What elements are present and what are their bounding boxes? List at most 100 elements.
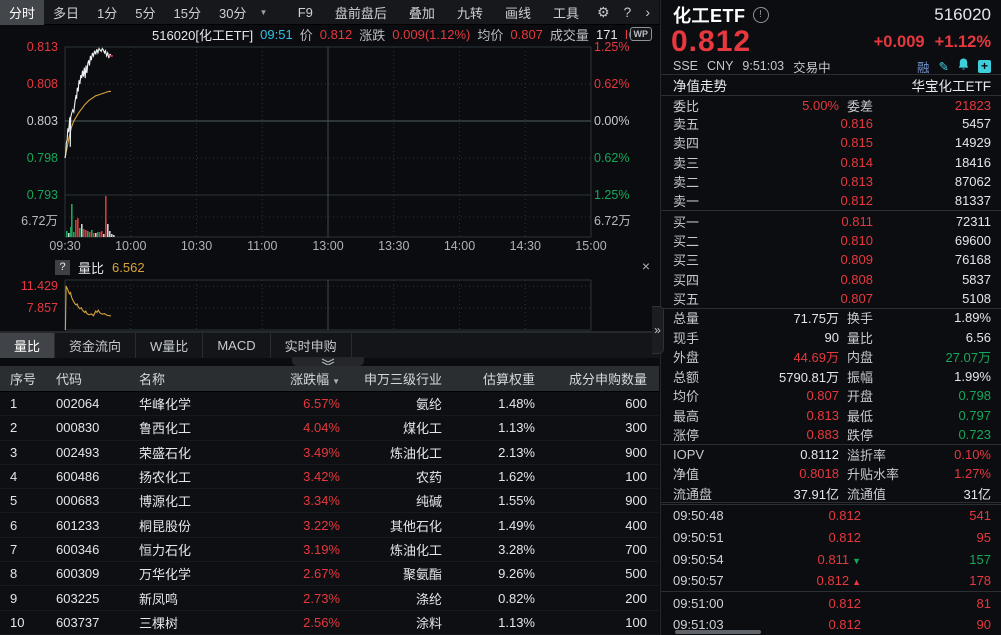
tick-row[interactable]: 09:50:480.812541 bbox=[661, 505, 1001, 527]
y-axis-label-left: 0.808 bbox=[0, 77, 58, 91]
x-axis-label: 11:00 bbox=[239, 239, 285, 253]
help-icon[interactable]: ? bbox=[619, 4, 637, 20]
tab-资金流向[interactable]: 资金流向 bbox=[55, 333, 136, 358]
table-row[interactable]: 1002064华峰化学6.57%氨纶1.48%600 bbox=[0, 392, 659, 416]
indicator-help-icon[interactable]: ? bbox=[55, 260, 70, 275]
tick-volume: 81 bbox=[861, 596, 991, 611]
toolbar-action-工具[interactable]: 工具 bbox=[544, 0, 588, 25]
column-header-估算权重[interactable]: 估算权重 bbox=[442, 369, 535, 388]
column-header-序号[interactable]: 序号 bbox=[0, 369, 48, 388]
bid-row[interactable]: 买四0.8085837 bbox=[661, 269, 1001, 288]
column-header-代码[interactable]: 代码 bbox=[48, 369, 135, 388]
table-row[interactable]: 10603737三棵树2.56%涂料1.13%100 bbox=[0, 611, 659, 635]
wp-badge-icon[interactable]: WP bbox=[630, 27, 653, 41]
period-tab-30分[interactable]: 30分 bbox=[210, 0, 255, 25]
stat-label: IOPV bbox=[673, 447, 735, 462]
column-header-名称[interactable]: 名称 bbox=[135, 369, 287, 388]
table-row[interactable]: 5000683博源化工3.34%纯碱1.55%900 bbox=[0, 489, 659, 513]
table-row[interactable]: 4600486扬农化工3.42%农药1.62%100 bbox=[0, 465, 659, 489]
chart-time: 09:51 bbox=[260, 27, 293, 42]
tick-price: 0.812 bbox=[751, 596, 861, 611]
tick-row[interactable]: 09:50:540.811▼157 bbox=[661, 549, 1001, 571]
bid-row[interactable]: 买一0.81172311 bbox=[661, 211, 1001, 230]
toolbar-action-F9[interactable]: F9 bbox=[289, 2, 322, 23]
trading-status: 交易中 bbox=[793, 57, 831, 76]
info-icon[interactable]: ! bbox=[753, 7, 769, 23]
ask-row[interactable]: 卖五0.8165457 bbox=[661, 114, 1001, 133]
ask-row[interactable]: 卖三0.81418416 bbox=[661, 153, 1001, 172]
subscription-qty: 500 bbox=[535, 566, 647, 581]
tab-量比[interactable]: 量比 bbox=[0, 333, 55, 358]
bid-row[interactable]: 买五0.8075108 bbox=[661, 289, 1001, 308]
indicator-name: 量比 bbox=[78, 258, 104, 277]
period-tab-5分[interactable]: 5分 bbox=[126, 0, 164, 25]
stock-name: 桐昆股份 bbox=[135, 516, 287, 535]
column-header-申万三级行业[interactable]: 申万三级行业 bbox=[340, 369, 442, 388]
toolbar-action-画线[interactable]: 画线 bbox=[496, 0, 540, 25]
table-row[interactable]: 7600346恒力石化3.19%炼油化工3.28%700 bbox=[0, 538, 659, 562]
tick-time: 09:50:57 bbox=[673, 573, 751, 588]
scrollbar-thumb[interactable] bbox=[675, 630, 761, 634]
add-to-watchlist-icon[interactable]: + bbox=[978, 60, 991, 73]
arrow-up-icon: ▲ bbox=[852, 577, 861, 587]
stock-name: 鲁西化工 bbox=[135, 418, 287, 437]
pct-change: 3.22% bbox=[287, 518, 340, 533]
bid-price: 0.810 bbox=[743, 233, 873, 248]
period-tab-多日[interactable]: 多日 bbox=[44, 0, 88, 25]
toolbar-action-九转[interactable]: 九转 bbox=[448, 0, 492, 25]
close-icon[interactable]: × bbox=[638, 258, 654, 274]
tick-row[interactable]: 09:50:510.81295 bbox=[661, 527, 1001, 549]
tick-volume: 90 bbox=[861, 617, 991, 632]
period-tab-1分[interactable]: 1分 bbox=[88, 0, 126, 25]
table-row[interactable]: 2000830鲁西化工4.04%煤化工1.13%300 bbox=[0, 416, 659, 440]
table-row[interactable]: 3002493荣盛石化3.49%炼油化工2.13%900 bbox=[0, 441, 659, 465]
price-label: 价 bbox=[300, 25, 313, 44]
nav-trend-label[interactable]: 净值走势 bbox=[673, 75, 727, 95]
column-header-涨跌幅[interactable]: 涨跌幅▼ bbox=[287, 369, 340, 388]
weight: 1.62% bbox=[442, 469, 535, 484]
stock-code: 600486 bbox=[48, 469, 135, 484]
arrow-down-icon: ▼ bbox=[852, 556, 861, 566]
table-row[interactable]: 9603225新凤鸣2.73%涤纶0.82%200 bbox=[0, 586, 659, 610]
dropdown-caret-icon[interactable]: ▼ bbox=[255, 8, 271, 17]
pct-change: 2.56% bbox=[287, 615, 340, 630]
intraday-chart[interactable]: 0.8130.8080.8030.7980.7936.72万1.25%0.62%… bbox=[0, 44, 659, 256]
industry: 其他石化 bbox=[340, 516, 442, 535]
stat-label: 总额 bbox=[673, 367, 735, 386]
margin-flag: 融 bbox=[917, 57, 930, 76]
tick-row[interactable]: 09:50:570.812▲178 bbox=[661, 570, 1001, 592]
row-index: 4 bbox=[0, 469, 48, 484]
table-row[interactable]: 8600309万华化学2.67%聚氨酯9.26%500 bbox=[0, 562, 659, 586]
last-price: 0.812 bbox=[671, 25, 751, 59]
table-row[interactable]: 6601233桐昆股份3.22%其他石化1.49%400 bbox=[0, 513, 659, 537]
x-axis-label: 14:00 bbox=[437, 239, 483, 253]
period-tab-15分[interactable]: 15分 bbox=[165, 0, 210, 25]
alert-bell-icon[interactable] bbox=[958, 58, 969, 74]
tab-MACD[interactable]: MACD bbox=[203, 333, 270, 358]
bid-row[interactable]: 买二0.81069600 bbox=[661, 231, 1001, 250]
sort-desc-icon[interactable]: ▼ bbox=[332, 377, 340, 386]
ask-label: 卖五 bbox=[673, 114, 743, 133]
panel-split-handle[interactable]: » bbox=[652, 306, 664, 354]
toolbar-action-叠加[interactable]: 叠加 bbox=[400, 0, 444, 25]
bid-row[interactable]: 买三0.80976168 bbox=[661, 250, 1001, 269]
ask-row[interactable]: 卖四0.81514929 bbox=[661, 133, 1001, 152]
pct-change: 3.19% bbox=[287, 542, 340, 557]
volume-label: 成交量 bbox=[550, 25, 589, 44]
stock-code: 002493 bbox=[48, 445, 135, 460]
tab-W量比[interactable]: W量比 bbox=[136, 333, 203, 358]
tab-实时申购[interactable]: 实时申购 bbox=[271, 333, 352, 358]
bid-label: 买四 bbox=[673, 270, 743, 289]
ask-row[interactable]: 卖二0.81387062 bbox=[661, 172, 1001, 191]
column-header-成分申购数量[interactable]: 成分申购数量 bbox=[535, 369, 647, 388]
period-tab-分时[interactable]: 分时 bbox=[0, 0, 44, 25]
tick-row[interactable]: 09:51:000.81281 bbox=[661, 592, 1001, 614]
weicha-label: 委差 bbox=[839, 96, 935, 115]
ask-row[interactable]: 卖一0.81281337 bbox=[661, 191, 1001, 210]
edit-icon[interactable]: ✎ bbox=[939, 59, 949, 74]
collapse-panel-handle[interactable] bbox=[292, 357, 364, 366]
chevron-right-icon[interactable]: › bbox=[640, 4, 655, 20]
settings-gear-icon[interactable]: ⚙ bbox=[592, 4, 615, 21]
industry: 聚氨酯 bbox=[340, 564, 442, 583]
toolbar-action-盘前盘后[interactable]: 盘前盘后 bbox=[326, 0, 396, 25]
